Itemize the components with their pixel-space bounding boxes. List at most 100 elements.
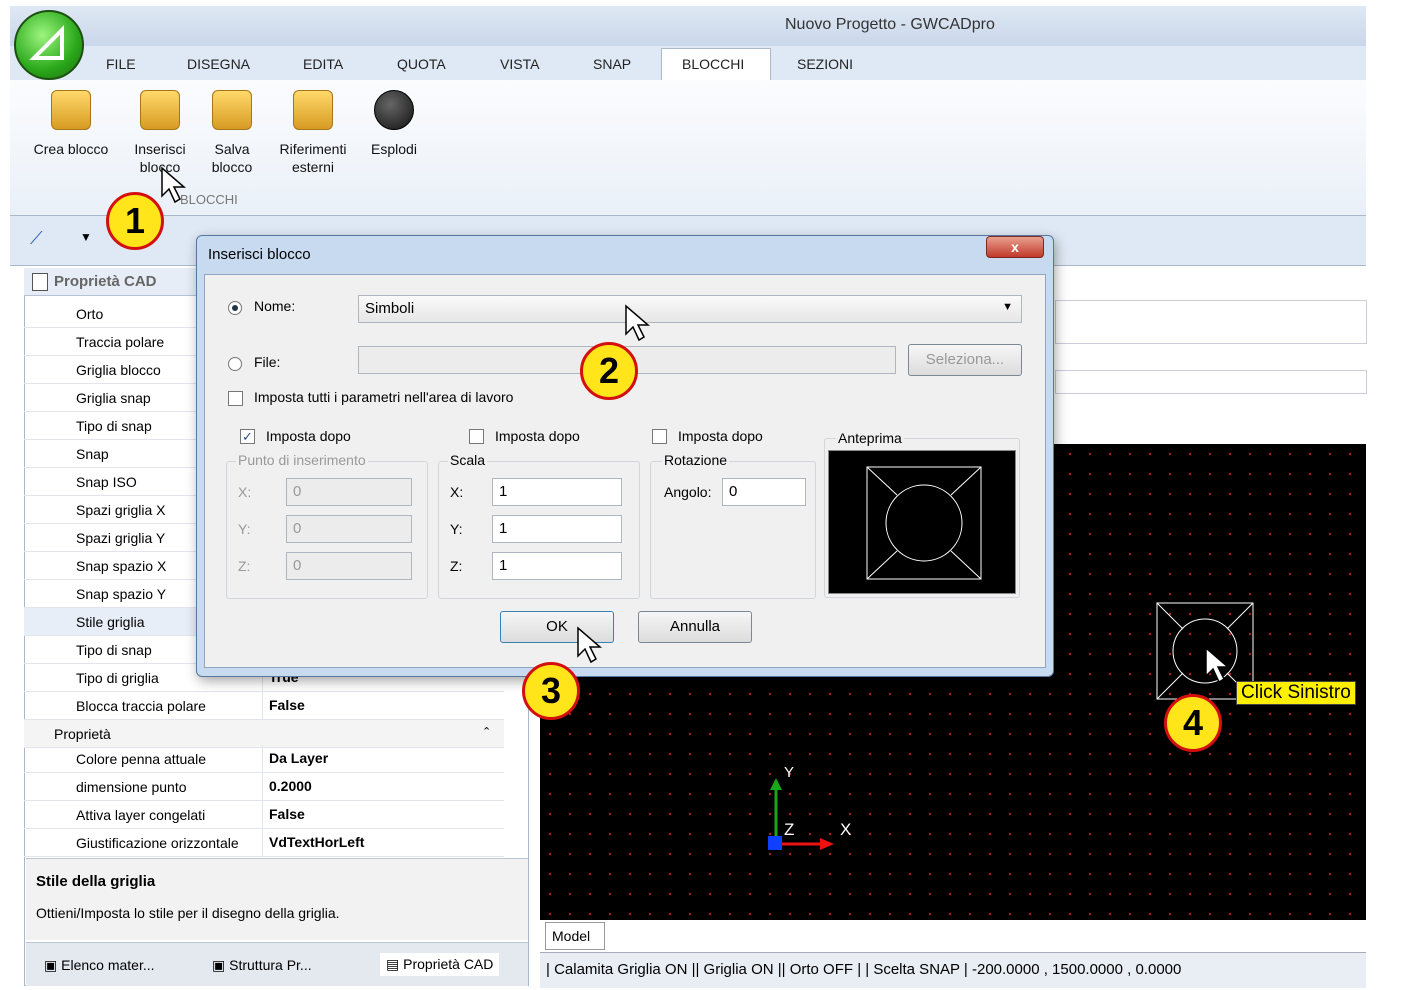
ucs-axis-icon: [768, 778, 834, 850]
input-box-2[interactable]: [1055, 370, 1367, 394]
checkbox-imposta-tutti[interactable]: [228, 391, 243, 406]
dialog-title: Inserisci blocco: [208, 246, 311, 263]
panel-bottom-tabs: ▣ Elenco mater... ▣ Struttura Pr... ▤ Pr…: [26, 942, 528, 986]
close-button[interactable]: x: [986, 236, 1044, 258]
crea-blocco-button[interactable]: Crea blocco: [28, 90, 114, 158]
nome-select[interactable]: Simboli ▼: [358, 295, 1022, 323]
tab-file[interactable]: FILE: [106, 56, 136, 72]
axis-y-label: Y: [784, 764, 795, 781]
insert-y-field[interactable]: 0: [286, 515, 412, 543]
save-block-icon: [212, 90, 252, 130]
property-label: Tipo di griglia: [76, 670, 159, 686]
property-value: VdTextHorLeft: [269, 834, 365, 850]
imposta-tutti-label: Imposta tutti i parametri nell'area di l…: [254, 389, 514, 405]
property-row[interactable]: dimensione punto 0.2000: [24, 773, 504, 801]
property-value: Da Layer: [269, 750, 329, 766]
divider: [262, 829, 263, 857]
angle-field[interactable]: 0: [722, 478, 806, 506]
scale-y-field[interactable]: 1: [492, 515, 622, 543]
property-label: Snap spazio Y: [76, 586, 167, 602]
seleziona-button[interactable]: Seleziona...: [908, 344, 1022, 376]
tab-disegna[interactable]: DISEGNA: [187, 56, 250, 72]
divider: [262, 801, 263, 829]
tab-edita[interactable]: EDITA: [303, 56, 343, 72]
tab-elenco-materiali[interactable]: ▣ Elenco mater...: [44, 957, 155, 974]
imposta-dopo-label: Imposta dopo: [495, 428, 580, 444]
property-row[interactable]: Colore penna attuale Da Layer: [24, 745, 504, 773]
property-label: Colore penna attuale: [76, 751, 206, 767]
description-box: Stile della griglia Ottieni/Imposta lo s…: [26, 858, 528, 940]
chevron-down-icon[interactable]: ▼: [80, 230, 92, 244]
annulla-button[interactable]: Annulla: [638, 611, 752, 643]
scale-z-label: Z:: [450, 558, 463, 574]
property-label: Orto: [76, 306, 104, 322]
cursor-icon: [577, 626, 603, 664]
insert-z-field[interactable]: 0: [286, 552, 412, 580]
insert-group-label: Punto di inserimento: [236, 452, 368, 468]
cursor-icon: [161, 166, 187, 204]
step-2-badge: 2: [580, 342, 638, 400]
cursor-icon: [625, 304, 651, 342]
tab-quota[interactable]: QUOTA: [397, 56, 446, 72]
scale-x-field[interactable]: 1: [492, 478, 622, 506]
app-orb-icon[interactable]: [14, 10, 84, 80]
step-3-badge: 3: [522, 662, 580, 720]
tab-sezioni[interactable]: SEZIONI: [797, 56, 853, 72]
property-row[interactable]: Blocca traccia polare False: [24, 692, 504, 720]
line-tool-icon[interactable]: ⟋: [30, 228, 43, 249]
description-text: Ottieni/Imposta lo stile per il disegno …: [36, 905, 340, 921]
insert-z-label: Z:: [238, 558, 251, 574]
section-label: Proprietà: [54, 726, 111, 742]
property-value: False: [269, 806, 305, 822]
panel-title: Proprietà CAD: [54, 273, 157, 290]
document-icon: [32, 273, 48, 291]
chevron-down-icon: ▼: [1002, 301, 1013, 313]
cursor-icon: [1205, 646, 1231, 684]
model-tab[interactable]: Model: [545, 922, 605, 950]
tab-blocchi[interactable]: BLOCCHI: [682, 56, 744, 72]
description-title: Stile della griglia: [36, 873, 156, 890]
property-label: dimensione punto: [76, 779, 187, 795]
rotation-group-label: Rotazione: [662, 452, 730, 468]
checkbox-imposta-dopo-scale[interactable]: [469, 429, 484, 444]
insert-y-label: Y:: [238, 521, 251, 537]
esplodi-button[interactable]: Esplodi: [366, 90, 422, 158]
tab-proprieta-cad[interactable]: ▤ Proprietà CAD: [380, 953, 500, 976]
insert-block-icon: [140, 90, 180, 130]
radio-file[interactable]: [228, 357, 242, 371]
nome-label: Nome:: [254, 298, 296, 314]
step-4-badge: 4: [1164, 694, 1222, 752]
property-row[interactable]: Attiva layer congelati False: [24, 801, 504, 829]
xref-icon: [293, 90, 333, 130]
chevron-up-icon: ⌃: [482, 726, 492, 738]
divider: [262, 745, 263, 773]
checkbox-imposta-dopo-insert[interactable]: ✓: [240, 429, 255, 444]
scale-y-label: Y:: [450, 521, 463, 537]
tab-snap[interactable]: SNAP: [593, 56, 631, 72]
radio-nome[interactable]: [228, 301, 242, 315]
scale-x-label: X:: [450, 484, 464, 500]
salva-blocco-button[interactable]: Salva blocco: [204, 90, 260, 176]
input-box[interactable]: [1055, 300, 1367, 344]
section-header[interactable]: Proprietà ⌃: [24, 720, 504, 748]
tab-struttura[interactable]: ▣ Struttura Pr...: [212, 957, 312, 974]
riferimenti-esterni-button[interactable]: Riferimenti esterni: [270, 90, 356, 176]
property-label: Snap: [76, 446, 109, 462]
property-value: 0.2000: [269, 778, 312, 794]
angle-label: Angolo:: [664, 484, 712, 500]
imposta-dopo-label: Imposta dopo: [678, 428, 763, 444]
divider: [262, 692, 263, 720]
block-preview: [828, 450, 1016, 594]
insert-x-field[interactable]: 0: [286, 478, 412, 506]
scale-z-field[interactable]: 1: [492, 552, 622, 580]
tab-vista[interactable]: VISTA: [500, 56, 539, 72]
property-row[interactable]: Giustificazione orizzontale VdTextHorLeft: [24, 829, 504, 857]
inserisci-blocco-button[interactable]: Inserisci blocco: [126, 90, 194, 176]
property-label: Spazi griglia Y: [76, 530, 166, 546]
click-sinistro-label: Click Sinistro: [1236, 681, 1356, 705]
preview-label: Anteprima: [836, 430, 904, 446]
property-value: False: [269, 697, 305, 713]
insert-x-label: X:: [238, 484, 252, 500]
checkbox-imposta-dopo-rot[interactable]: [652, 429, 667, 444]
property-label: Snap spazio X: [76, 558, 167, 574]
